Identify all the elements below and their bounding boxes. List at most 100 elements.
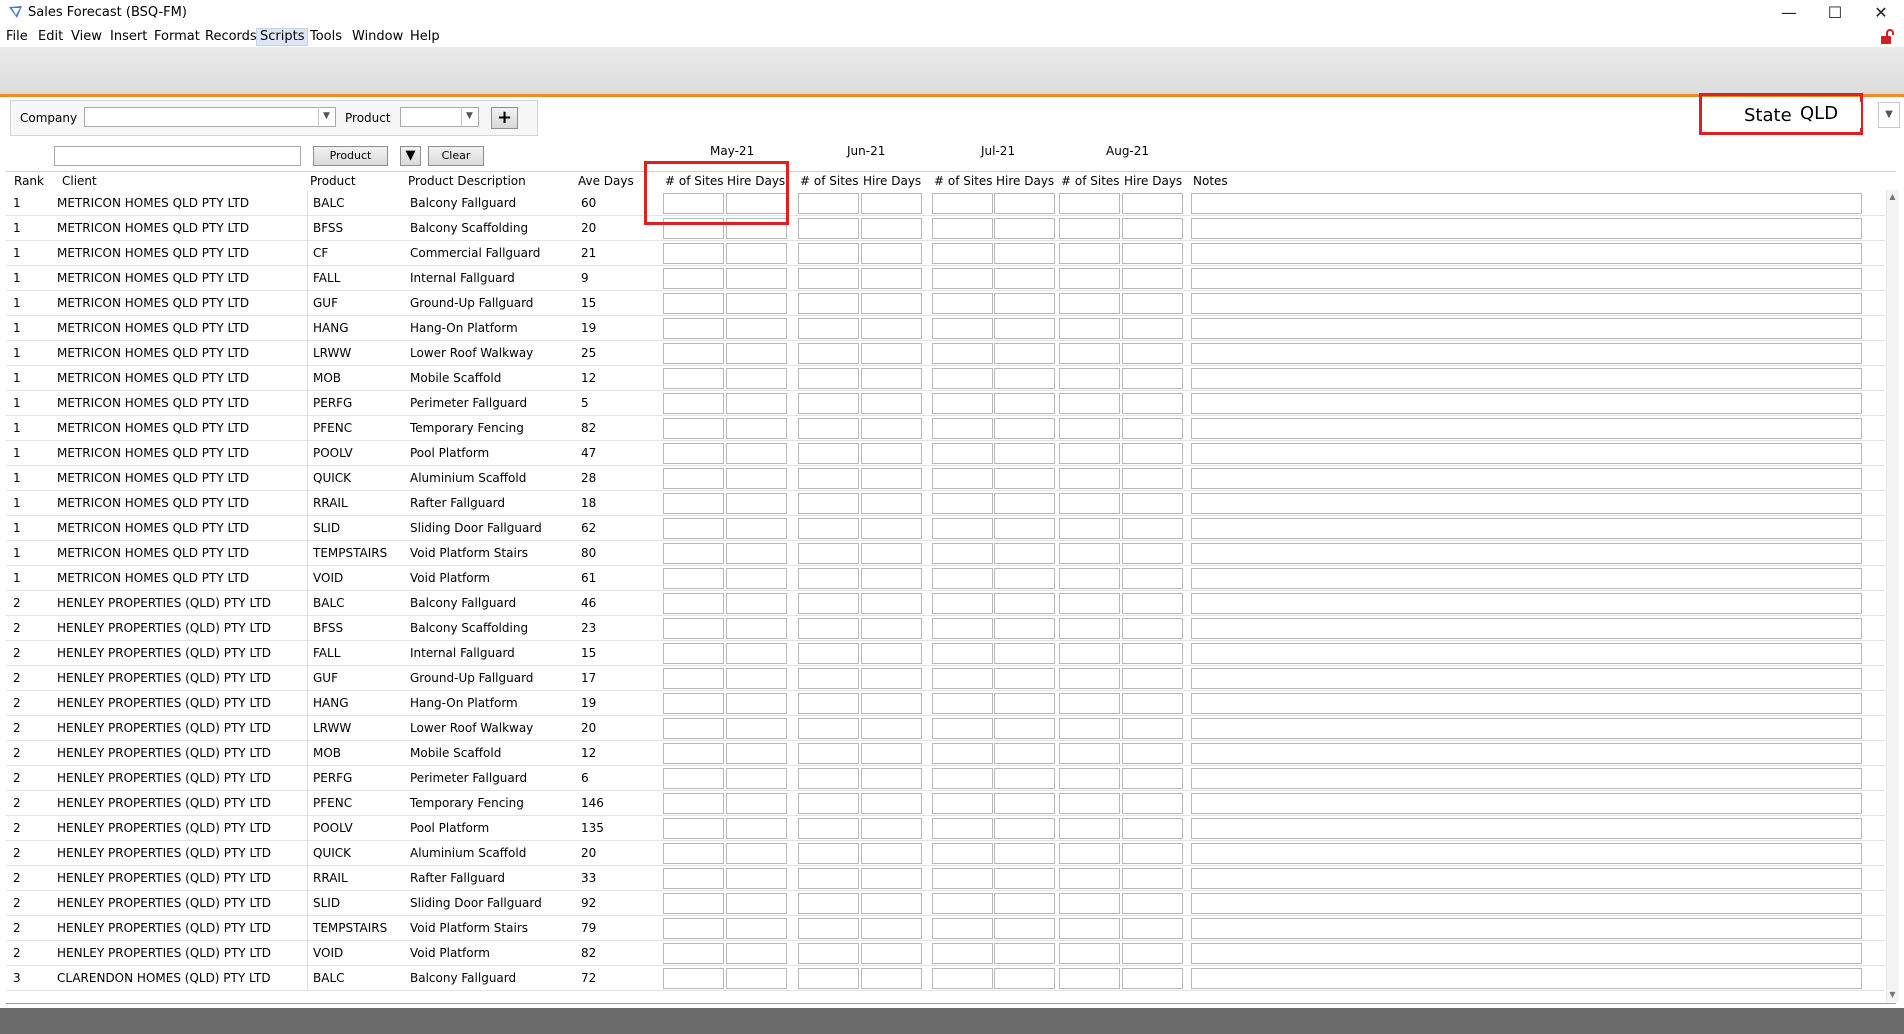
scroll-up-icon[interactable]: ▲ xyxy=(1886,190,1899,204)
jun-hire-days-input[interactable] xyxy=(861,918,922,939)
jul-sites-input[interactable] xyxy=(932,218,993,239)
jul-sites-input[interactable] xyxy=(932,843,993,864)
table-row[interactable]: 1 METRICON HOMES QLD PTY LTD LRWW Lower Roo… xyxy=(6,341,1885,366)
jun-sites-input[interactable] xyxy=(798,293,859,314)
aug-sites-input[interactable] xyxy=(1059,243,1120,264)
notes-input[interactable] xyxy=(1191,493,1862,514)
jun-sites-input[interactable] xyxy=(798,918,859,939)
notes-input[interactable] xyxy=(1191,368,1862,389)
table-row[interactable]: 2 HENLEY PROPERTIES (QLD) PTY LTD BALC Balc… xyxy=(6,591,1885,616)
jul-sites-input[interactable] xyxy=(932,943,993,964)
menu-window[interactable]: Window xyxy=(349,28,406,46)
unlock-icon[interactable] xyxy=(1880,29,1894,45)
jul-sites-input[interactable] xyxy=(932,593,993,614)
table-row[interactable]: 1 METRICON HOMES QLD PTY LTD BALC Balcony F… xyxy=(6,191,1885,216)
table-row[interactable]: 2 HENLEY PROPERTIES (QLD) PTY LTD BFSS Balc… xyxy=(6,616,1885,641)
jun-sites-input[interactable] xyxy=(798,618,859,639)
aug-sites-input[interactable] xyxy=(1059,293,1120,314)
jun-hire-days-input[interactable] xyxy=(861,343,922,364)
notes-input[interactable] xyxy=(1191,243,1862,264)
table-row[interactable]: 1 METRICON HOMES QLD PTY LTD VOID Void Plat… xyxy=(6,566,1885,591)
jul-hire-days-input[interactable] xyxy=(994,743,1055,764)
aug-hire-days-input[interactable] xyxy=(1122,793,1183,814)
may-hire-days-input[interactable] xyxy=(726,543,787,564)
may-sites-input[interactable] xyxy=(663,468,724,489)
table-row[interactable]: 2 HENLEY PROPERTIES (QLD) PTY LTD RRAIL Raf… xyxy=(6,866,1885,891)
jul-sites-input[interactable] xyxy=(932,318,993,339)
jun-sites-input[interactable] xyxy=(798,793,859,814)
jun-hire-days-input[interactable] xyxy=(861,768,922,789)
may-sites-input[interactable] xyxy=(663,843,724,864)
may-hire-days-input[interactable] xyxy=(726,968,787,989)
jun-sites-input[interactable] xyxy=(798,268,859,289)
table-row[interactable]: 1 METRICON HOMES QLD PTY LTD MOB Mobile Sca… xyxy=(6,366,1885,391)
notes-input[interactable] xyxy=(1191,218,1862,239)
table-row[interactable]: 1 METRICON HOMES QLD PTY LTD RRAIL Rafter F… xyxy=(6,491,1885,516)
jul-sites-input[interactable] xyxy=(932,793,993,814)
jun-hire-days-input[interactable] xyxy=(861,618,922,639)
jun-hire-days-input[interactable] xyxy=(861,443,922,464)
may-sites-input[interactable] xyxy=(663,768,724,789)
aug-hire-days-input[interactable] xyxy=(1122,918,1183,939)
table-row[interactable]: 2 HENLEY PROPERTIES (QLD) PTY LTD SLID Slid… xyxy=(6,891,1885,916)
aug-hire-days-input[interactable] xyxy=(1122,318,1183,339)
jun-sites-input[interactable] xyxy=(798,843,859,864)
aug-sites-input[interactable] xyxy=(1059,643,1120,664)
jun-hire-days-input[interactable] xyxy=(861,693,922,714)
jun-hire-days-input[interactable] xyxy=(861,368,922,389)
jun-hire-days-input[interactable] xyxy=(861,293,922,314)
may-hire-days-input[interactable] xyxy=(726,268,787,289)
table-row[interactable]: 1 METRICON HOMES QLD PTY LTD PERFG Perimete… xyxy=(6,391,1885,416)
aug-hire-days-input[interactable] xyxy=(1122,843,1183,864)
jun-hire-days-input[interactable] xyxy=(861,568,922,589)
menu-scripts[interactable]: Scripts xyxy=(256,28,309,46)
jul-hire-days-input[interactable] xyxy=(994,243,1055,264)
jul-hire-days-input[interactable] xyxy=(994,493,1055,514)
jul-hire-days-input[interactable] xyxy=(994,968,1055,989)
table-row[interactable]: 3 CLARENDON HOMES (QLD) PTY LTD BALC Balcon… xyxy=(6,966,1885,991)
aug-hire-days-input[interactable] xyxy=(1122,518,1183,539)
jun-hire-days-input[interactable] xyxy=(861,818,922,839)
notes-input[interactable] xyxy=(1191,943,1862,964)
jul-sites-input[interactable] xyxy=(932,768,993,789)
aug-hire-days-input[interactable] xyxy=(1122,868,1183,889)
table-row[interactable]: 1 METRICON HOMES QLD PTY LTD QUICK Aluminiu… xyxy=(6,466,1885,491)
jun-hire-days-input[interactable] xyxy=(861,493,922,514)
may-hire-days-input[interactable] xyxy=(726,668,787,689)
jun-sites-input[interactable] xyxy=(798,718,859,739)
aug-sites-input[interactable] xyxy=(1059,918,1120,939)
aug-sites-input[interactable] xyxy=(1059,393,1120,414)
jul-sites-input[interactable] xyxy=(932,643,993,664)
notes-input[interactable] xyxy=(1191,768,1862,789)
jun-sites-input[interactable] xyxy=(798,568,859,589)
may-hire-days-input[interactable] xyxy=(726,718,787,739)
notes-input[interactable] xyxy=(1191,893,1862,914)
filter-icon[interactable]: ▼ xyxy=(400,146,421,166)
jul-hire-days-input[interactable] xyxy=(994,693,1055,714)
jun-sites-input[interactable] xyxy=(798,643,859,664)
notes-input[interactable] xyxy=(1191,718,1862,739)
jun-hire-days-input[interactable] xyxy=(861,418,922,439)
jun-hire-days-input[interactable] xyxy=(861,318,922,339)
may-hire-days-input[interactable] xyxy=(726,768,787,789)
may-hire-days-input[interactable] xyxy=(726,393,787,414)
notes-input[interactable] xyxy=(1191,693,1862,714)
may-hire-days-input[interactable] xyxy=(726,793,787,814)
aug-hire-days-input[interactable] xyxy=(1122,968,1183,989)
jul-hire-days-input[interactable] xyxy=(994,618,1055,639)
table-row[interactable]: 2 HENLEY PROPERTIES (QLD) PTY LTD GUF Groun… xyxy=(6,666,1885,691)
table-row[interactable]: 2 HENLEY PROPERTIES (QLD) PTY LTD PERFG Per… xyxy=(6,766,1885,791)
aug-sites-input[interactable] xyxy=(1059,543,1120,564)
menu-help[interactable]: Help xyxy=(407,28,443,46)
may-hire-days-input[interactable] xyxy=(726,843,787,864)
notes-input[interactable] xyxy=(1191,843,1862,864)
may-hire-days-input[interactable] xyxy=(726,893,787,914)
notes-input[interactable] xyxy=(1191,793,1862,814)
jun-hire-days-input[interactable] xyxy=(861,843,922,864)
may-sites-input[interactable] xyxy=(663,268,724,289)
jun-sites-input[interactable] xyxy=(798,968,859,989)
jul-sites-input[interactable] xyxy=(932,818,993,839)
table-row[interactable]: 1 METRICON HOMES QLD PTY LTD POOLV Pool Pla… xyxy=(6,441,1885,466)
aug-hire-days-input[interactable] xyxy=(1122,243,1183,264)
minimize-button[interactable]: — xyxy=(1766,0,1812,25)
